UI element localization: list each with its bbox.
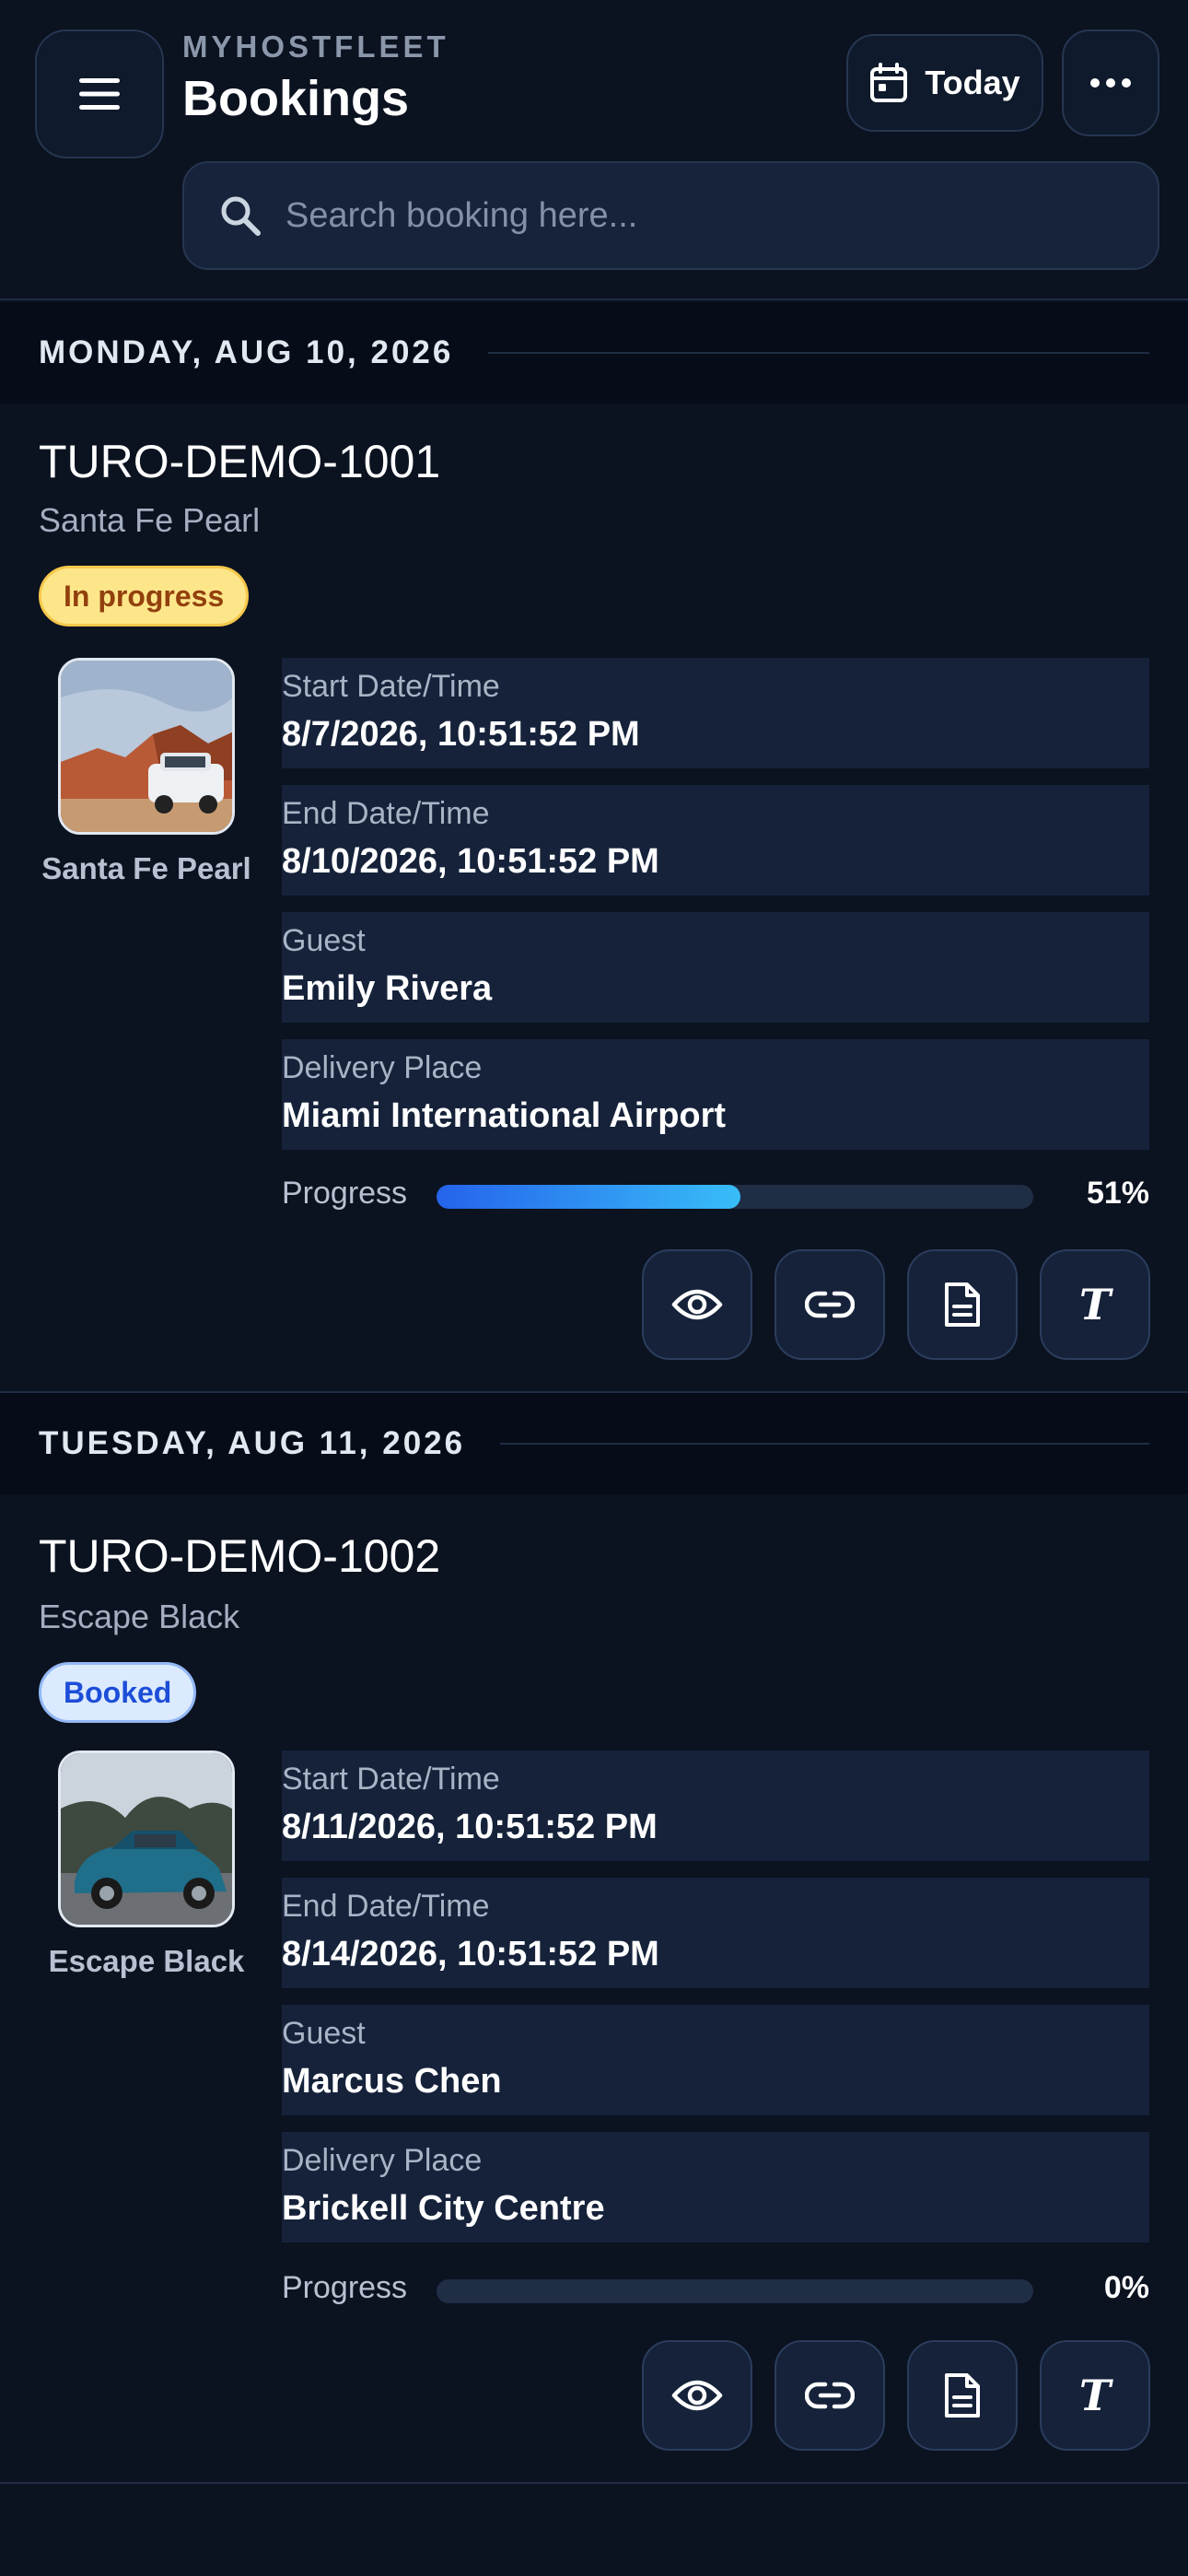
copy-link-button[interactable] [775, 2340, 885, 2451]
turo-button[interactable]: T [1040, 1249, 1150, 1360]
delivery-place-field: Delivery Place Miami International Airpo… [282, 1039, 1149, 1150]
field-value: Miami International Airport [282, 1096, 727, 1135]
progress-bar [437, 1185, 1033, 1209]
document-icon [945, 2373, 980, 2418]
date-group-header: TUESDAY, AUG 11, 2026 [0, 1393, 1188, 1494]
turo-button[interactable]: T [1040, 2340, 1150, 2451]
field-value: Brickell City Centre [282, 2189, 605, 2228]
status-badge: In progress [39, 566, 250, 626]
car-thumbnail-label: Escape Black [48, 1944, 245, 1978]
menu-button[interactable] [35, 29, 164, 158]
progress-fill [437, 1185, 741, 1209]
booking-car-name: Santa Fe Pearl [39, 501, 261, 539]
end-datetime-field: End Date/Time 8/14/2026, 10:51:52 PM [282, 1878, 1149, 1988]
field-label: Guest [282, 2016, 366, 2051]
search-bar[interactable] [182, 161, 1159, 270]
copy-link-button[interactable] [775, 1249, 885, 1360]
field-value: 8/7/2026, 10:51:52 PM [282, 715, 640, 754]
search-input[interactable] [285, 195, 1158, 236]
progress-label: Progress [282, 1176, 408, 1211]
turo-t-icon: T [1078, 2371, 1112, 2420]
eye-icon [671, 2380, 723, 2411]
booking-id: TURO-DEMO-1002 [39, 1530, 441, 1582]
field-label: Guest [282, 923, 366, 958]
hamburger-icon [79, 78, 120, 110]
calendar-icon [870, 63, 908, 102]
car-thumbnail-label: Santa Fe Pearl [41, 851, 251, 885]
field-label: Delivery Place [282, 2143, 483, 2178]
start-datetime-field: Start Date/Time 8/11/2026, 10:51:52 PM [282, 1751, 1149, 1861]
document-button[interactable] [907, 1249, 1018, 1360]
booking-car-name: Escape Black [39, 1598, 240, 1635]
field-value: Marcus Chen [282, 2062, 502, 2101]
progress-label: Progress [282, 2270, 408, 2305]
booking-id: TURO-DEMO-1001 [39, 436, 441, 487]
today-button[interactable]: Today [846, 34, 1043, 132]
link-icon [805, 1291, 855, 1318]
field-label: Delivery Place [282, 1050, 483, 1085]
guest-field: Guest Marcus Chen [282, 2005, 1149, 2115]
eye-icon [671, 1289, 723, 1320]
brand-name: MYHOSTFLEET [182, 29, 449, 64]
field-value: 8/10/2026, 10:51:52 PM [282, 842, 659, 881]
field-label: Start Date/Time [282, 669, 500, 704]
progress-percent: 0% [1103, 2270, 1149, 2305]
today-label: Today [925, 64, 1020, 101]
field-label: End Date/Time [282, 1889, 490, 1924]
car-thumbnail [58, 658, 235, 835]
field-value: 8/14/2026, 10:51:52 PM [282, 1935, 659, 1973]
document-button[interactable] [907, 2340, 1018, 2451]
status-badge: Booked [39, 1662, 197, 1723]
view-booking-button[interactable] [642, 1249, 752, 1360]
date-divider [488, 352, 1149, 354]
group-divider [0, 2482, 1188, 2484]
field-value: 8/11/2026, 10:51:52 PM [282, 1808, 658, 1846]
search-icon [221, 196, 261, 236]
end-datetime-field: End Date/Time 8/10/2026, 10:51:52 PM [282, 785, 1149, 896]
date-divider [500, 1443, 1149, 1445]
field-label: End Date/Time [282, 796, 490, 831]
page-title: Bookings [182, 71, 410, 126]
date-group-label: MONDAY, AUG 10, 2026 [39, 334, 454, 370]
car-thumbnail [58, 1751, 235, 1927]
field-value: Emily Rivera [282, 969, 493, 1008]
progress-bar [437, 2279, 1033, 2303]
progress-percent: 51% [1086, 1176, 1149, 1211]
link-icon [805, 2382, 855, 2409]
app-header: MYHOSTFLEET Bookings Today [0, 0, 1188, 300]
document-icon [945, 1282, 980, 1327]
view-booking-button[interactable] [642, 2340, 752, 2451]
more-horizontal-icon [1090, 78, 1131, 88]
more-options-button[interactable] [1062, 29, 1159, 136]
date-group-label: TUESDAY, AUG 11, 2026 [39, 1425, 466, 1461]
field-label: Start Date/Time [282, 1762, 500, 1797]
guest-field: Guest Emily Rivera [282, 912, 1149, 1023]
delivery-place-field: Delivery Place Brickell City Centre [282, 2132, 1149, 2242]
turo-t-icon: T [1078, 1280, 1112, 1329]
date-group-header: MONDAY, AUG 10, 2026 [0, 302, 1188, 404]
start-datetime-field: Start Date/Time 8/7/2026, 10:51:52 PM [282, 658, 1149, 768]
